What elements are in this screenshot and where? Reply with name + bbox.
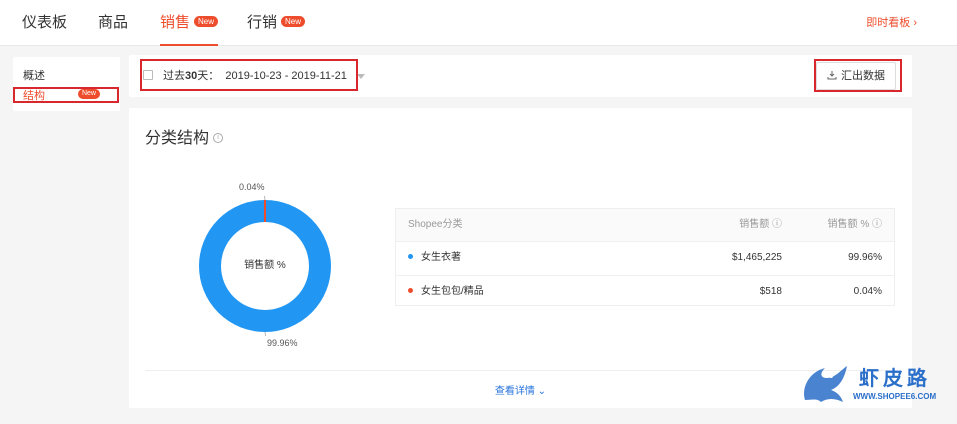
watermark-title: 虾皮路 (859, 368, 931, 390)
tab-marketing[interactable]: 行销 New (247, 0, 306, 46)
series-dot-icon (408, 253, 413, 259)
leader-line (264, 196, 266, 201)
watermark-url: WWW.SHOPEE6.COM (853, 392, 937, 401)
header-sales: 销售额 ⓘ (739, 219, 782, 230)
card-title: 分类结构 i (145, 124, 224, 148)
sidebar-item-label: 概述 (23, 70, 45, 82)
leader-line (264, 331, 266, 336)
row-sales: $1,465,225 (731, 252, 782, 263)
tab-label: 仪表板 (22, 14, 68, 31)
category-structure-card: 分类结构 i 销售额 % 0.04% 99.96% Shopee分类 销售额 ⓘ … (129, 108, 912, 408)
watermark-logo: 虾皮路 WWW.SHOPEE6.COM (797, 360, 947, 410)
slice-label-small: 0.04% (239, 182, 265, 192)
divider (145, 370, 896, 371)
row-sales: $518 (759, 286, 782, 297)
highlight-box (814, 59, 902, 92)
row-percent: 0.04% (853, 286, 882, 297)
view-details-link[interactable]: 查看详情 ⌄ (129, 382, 912, 397)
top-nav: 仪表板 商品 销售 New 行销 New 即时看板 › (0, 0, 957, 46)
donut-center-label: 销售额 % (244, 260, 286, 271)
tab-label: 销售 (160, 14, 191, 31)
new-badge: New (281, 15, 306, 27)
table-row: 女生包包/精品 $518 0.04% (396, 275, 894, 307)
tab-products[interactable]: 商品 (98, 0, 128, 46)
series-dot-icon (408, 287, 413, 293)
dragon-logo-icon (803, 366, 847, 402)
header-sales-percent: 销售额 % ⓘ (827, 219, 882, 230)
realtime-dashboard-link[interactable]: 即时看板 › (866, 0, 917, 46)
row-category: 女生包包/精品 (421, 286, 484, 297)
header-category: Shopee分类 (408, 219, 463, 230)
tab-sales[interactable]: 销售 New (160, 0, 219, 46)
table-row: 女生衣著 $1,465,225 99.96% (396, 241, 894, 273)
highlight-box (13, 87, 119, 103)
chevron-down-icon (356, 73, 365, 79)
new-badge: New (194, 15, 219, 27)
tab-label: 商品 (98, 14, 129, 31)
slice-label-large: 99.96% (267, 338, 298, 348)
row-percent: 99.96% (848, 252, 882, 263)
card-title-text: 分类结构 (145, 130, 210, 147)
tab-dashboard[interactable]: 仪表板 (22, 0, 67, 46)
row-category: 女生衣著 (421, 252, 461, 263)
highlight-box (140, 59, 358, 91)
sidebar-item-overview[interactable]: 概述 (23, 67, 45, 83)
category-table: Shopee分类 销售额 ⓘ 销售额 % ⓘ 女生衣著 $1,465,225 9… (395, 208, 895, 306)
tab-label: 行销 (247, 14, 278, 31)
info-icon[interactable]: i (213, 132, 224, 143)
table-header: Shopee分类 销售额 ⓘ 销售额 % ⓘ (396, 209, 894, 241)
